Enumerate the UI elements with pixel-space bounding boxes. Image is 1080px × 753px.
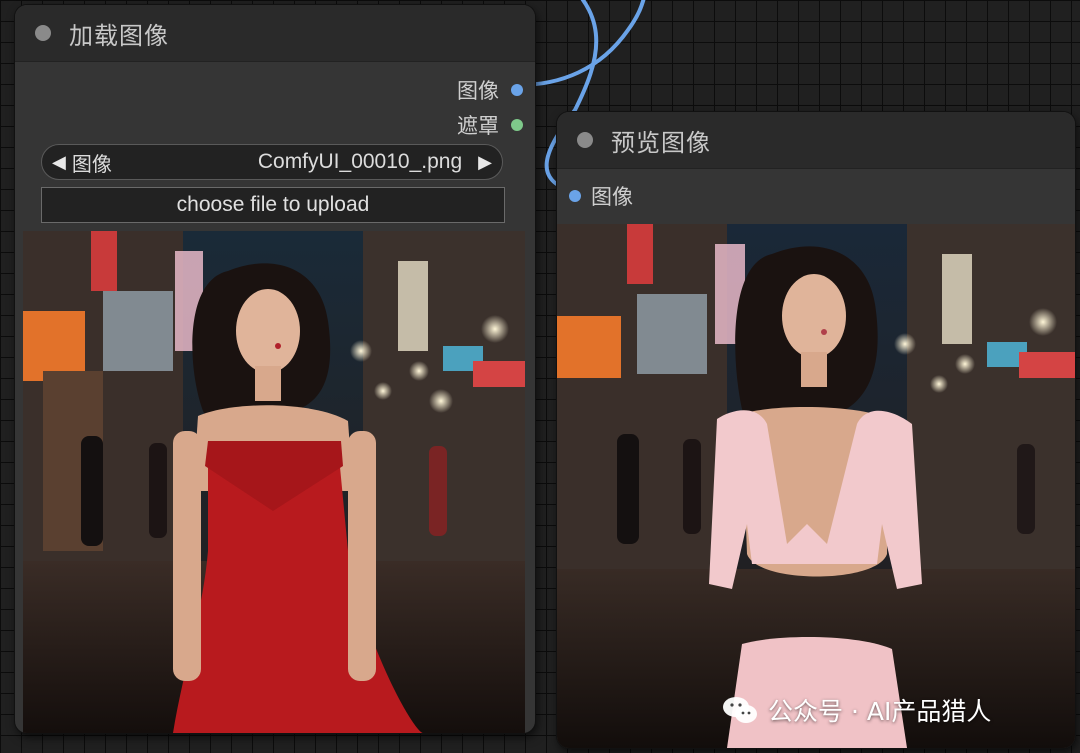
- preview-image: [557, 224, 1075, 748]
- node-title: 预览图像: [611, 128, 711, 157]
- loaded-image-art: [23, 231, 525, 733]
- combo-next-icon[interactable]: ▶: [478, 152, 492, 173]
- loaded-image: [23, 231, 525, 733]
- input-image-label: 图像: [591, 185, 633, 209]
- input-image-slot[interactable]: [569, 190, 581, 202]
- combo-name: 图像: [71, 151, 112, 176]
- collapse-dot-icon[interactable]: [577, 132, 593, 148]
- upload-button[interactable]: choose file to upload: [41, 187, 505, 223]
- collapse-dot-icon[interactable]: [35, 25, 51, 41]
- output-mask-slot[interactable]: [511, 119, 523, 131]
- wechat-icon: [723, 697, 757, 723]
- preview-image-node[interactable]: 预览图像 图像: [557, 112, 1075, 748]
- watermark: 公众号 · AI产品猎人: [722, 692, 991, 728]
- link-image-preview: [518, 0, 646, 87]
- image-combo-widget[interactable]: ◀ 图像 ComfyUI_00010_.png ▶: [41, 144, 503, 180]
- output-mask[interactable]: 遮罩: [457, 110, 523, 140]
- watermark-text: 公众号 · AI产品猎人: [768, 697, 992, 726]
- preview-image-header[interactable]: 预览图像: [557, 112, 1075, 169]
- output-image-label: 图像: [457, 79, 499, 103]
- combo-prev-icon[interactable]: ◀: [52, 152, 66, 173]
- output-mask-label: 遮罩: [457, 114, 499, 138]
- output-image-slot[interactable]: [511, 84, 523, 96]
- input-image[interactable]: 图像: [569, 181, 633, 211]
- output-image[interactable]: 图像: [457, 75, 523, 105]
- load-image-node[interactable]: 加载图像 图像 遮罩 ◀ 图像 ComfyUI_00010_.png ▶ cho…: [15, 5, 535, 733]
- node-title: 加载图像: [69, 21, 169, 50]
- combo-value[interactable]: ComfyUI_00010_.png: [258, 150, 462, 174]
- load-image-header[interactable]: 加载图像: [15, 5, 535, 62]
- preview-image-art: [557, 224, 1075, 748]
